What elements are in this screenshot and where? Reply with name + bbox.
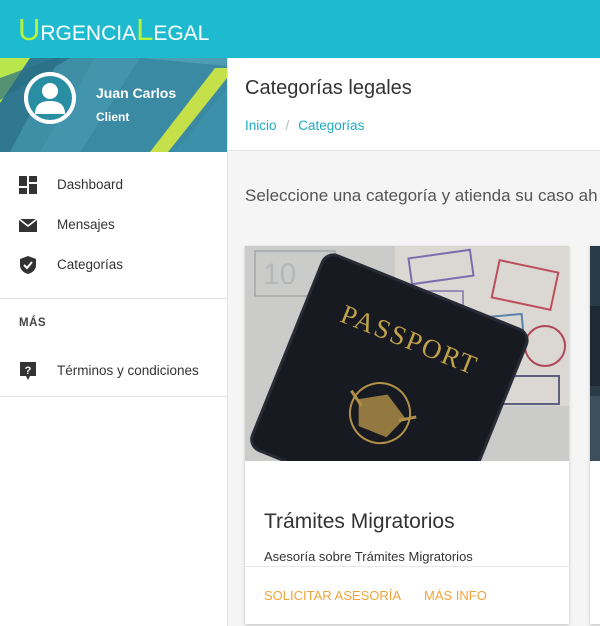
category-card: 10 PASSPORT Trámites Migratorios Asesorí… [245, 246, 569, 624]
user-avatar[interactable] [24, 72, 76, 124]
dashboard-icon [19, 176, 37, 194]
sidebar-menu: Dashboard Mensajes Categorías MÁS ? Térm… [0, 152, 227, 397]
card-title: Trámites Migratorios [264, 510, 455, 533]
user-name: Juan Carlos [96, 85, 177, 101]
sidebar-item-label: Términos y condiciones [57, 363, 199, 378]
card-description: Asesoría sobre Trámites Migratorios [264, 549, 473, 564]
sidebar-section-title: MÁS [0, 299, 227, 351]
breadcrumb: Inicio / Categorías [245, 118, 364, 133]
logo-letter-u: U [18, 12, 41, 47]
request-advice-button[interactable]: SOLICITAR ASESORÍA [264, 588, 401, 603]
person-icon [24, 72, 76, 124]
more-info-button[interactable]: MÁS INFO [424, 588, 487, 603]
top-app-bar: URGENCIALEGAL [0, 0, 600, 58]
help-icon: ? [20, 362, 36, 380]
sidebar-item-label: Dashboard [57, 177, 124, 192]
sidebar-divider [0, 396, 227, 397]
breadcrumb-current[interactable]: Categorías [298, 118, 364, 133]
sidebar-item-terminos[interactable]: ? Términos y condiciones [0, 351, 227, 391]
section-title-label: MÁS [19, 317, 47, 329]
svg-text:?: ? [25, 365, 32, 377]
sidebar-item-dashboard[interactable]: Dashboard [0, 165, 227, 205]
logo-letter-l: L [136, 12, 154, 47]
sidebar-item-categorias[interactable]: Categorías [0, 245, 227, 285]
page-title: Categorías legales [245, 77, 412, 99]
user-profile-banner: Juan Carlos Client [0, 58, 227, 152]
logo-text-rgencia: RGENCIA [40, 22, 137, 45]
shield-check-icon [20, 256, 36, 274]
page-subtitle: Seleccione una categoría y atienda su ca… [245, 186, 598, 205]
sidebar: Juan Carlos Client Dashboard Mensajes Ca… [0, 58, 228, 626]
user-role: Client [96, 110, 130, 124]
sidebar-item-label: Categorías [57, 257, 124, 272]
card-image-partial [590, 246, 600, 461]
app-logo[interactable]: URGENCIALEGAL [18, 12, 209, 48]
breadcrumb-home-link[interactable]: Inicio [245, 118, 277, 133]
card-image-passport: 10 PASSPORT [245, 246, 569, 461]
logo-text-egal: EGAL [153, 22, 210, 45]
sidebar-item-mensajes[interactable]: Mensajes [0, 205, 227, 245]
card-actions: SOLICITAR ASESORÍA MÁS INFO [245, 566, 569, 624]
page-header: Categorías legales Inicio / Categorías [228, 58, 600, 151]
category-card-partial[interactable] [590, 246, 600, 624]
sidebar-item-label: Mensajes [57, 217, 115, 232]
main-content: Categorías legales Inicio / Categorías Sel… [228, 58, 600, 626]
breadcrumb-separator: / [285, 118, 290, 133]
mail-icon [18, 218, 38, 232]
passport-image: 10 PASSPORT [245, 246, 569, 461]
